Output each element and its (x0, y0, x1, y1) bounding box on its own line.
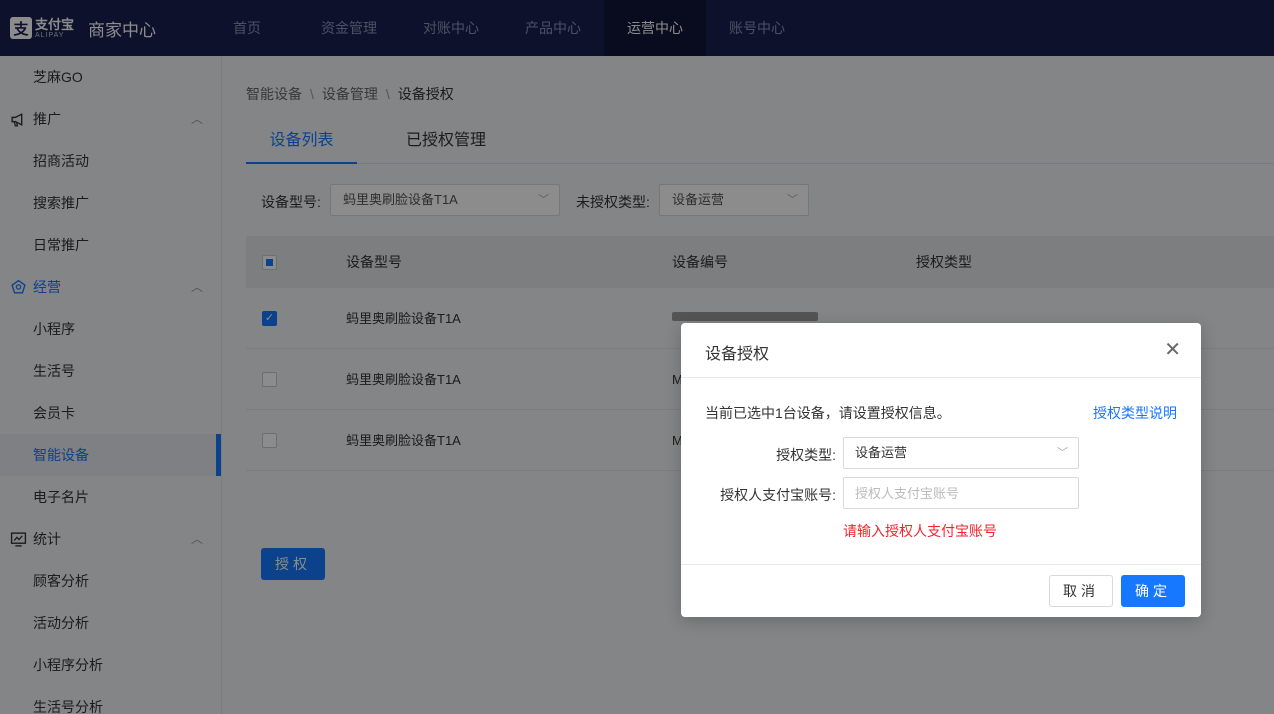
cancel-button[interactable]: 取消 (1049, 575, 1113, 607)
auth-type-help-link[interactable]: 授权类型说明 (1093, 403, 1177, 423)
selection-info: 当前已选中1台设备，请设置授权信息。 (705, 405, 951, 421)
account-label: 授权人支付宝账号: (720, 487, 836, 503)
device-auth-modal: 设备授权 ✕ 当前已选中1台设备，请设置授权信息。 授权类型说明 授权类型: 设… (681, 323, 1201, 617)
auth-type-value: 设备运营 (855, 445, 908, 460)
account-input[interactable] (843, 477, 1079, 509)
close-icon[interactable]: ✕ (1164, 337, 1181, 362)
auth-type-label: 授权类型: (776, 447, 836, 463)
chevron-down-icon: ﹀ (1057, 447, 1068, 459)
modal-title: 设备授权 (705, 346, 770, 363)
modal-header: 设备授权 ✕ (681, 323, 1201, 378)
account-error-message: 请输入授权人支付宝账号 (843, 523, 997, 539)
modal-footer: 取消 确定 (681, 564, 1201, 617)
auth-type-select[interactable]: 设备运营 ﹀ (843, 437, 1079, 469)
modal-body: 当前已选中1台设备，请设置授权信息。 授权类型说明 授权类型: 设备运营 ﹀ 授… (681, 378, 1201, 564)
confirm-button[interactable]: 确定 (1121, 575, 1185, 607)
